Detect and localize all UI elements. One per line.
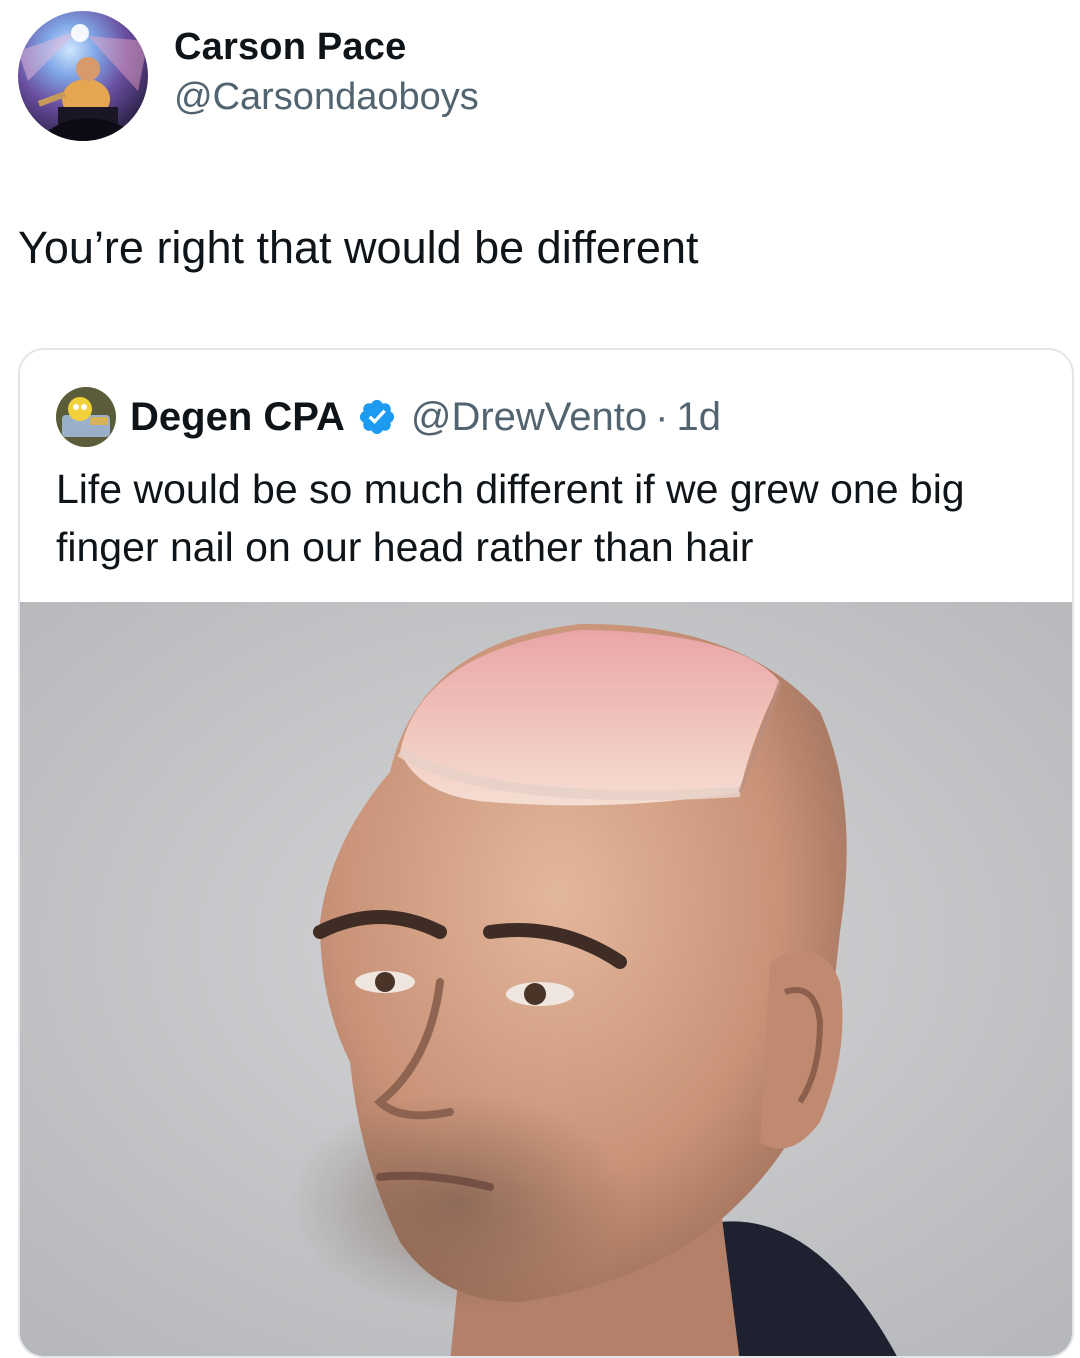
avatar[interactable]: [18, 11, 148, 141]
author-handle[interactable]: @Carsondaoboys: [174, 71, 479, 123]
tweet-header: Carson Pace @Carsondaoboys: [18, 10, 479, 142]
author-display-name[interactable]: Carson Pace: [174, 23, 479, 71]
quoted-avatar[interactable]: [56, 387, 116, 447]
separator-dot: ·: [655, 394, 669, 439]
quoted-author-handle[interactable]: @DrewVento: [411, 395, 647, 440]
cartoon-avatar-icon: [56, 387, 116, 447]
quoted-author-display-name[interactable]: Degen CPA: [130, 395, 345, 440]
tweet-text: You’re right that would be different: [18, 222, 699, 273]
quoted-tweet-text: Life would be so much different if we gr…: [56, 466, 965, 570]
quoted-tweet-image[interactable]: [20, 602, 1072, 1356]
quoted-tweet-card[interactable]: Degen CPA @DrewVento · 1d Life would be …: [18, 348, 1074, 1358]
bald-man-photo-icon: [20, 602, 1072, 1356]
profile-photo-icon: [18, 11, 148, 141]
quoted-tweet-time[interactable]: 1d: [676, 395, 721, 440]
quoted-tweet-header: Degen CPA @DrewVento · 1d: [56, 386, 721, 448]
verified-badge-icon: [359, 399, 394, 435]
author-names: Carson Pace @Carsondaoboys: [174, 23, 479, 123]
